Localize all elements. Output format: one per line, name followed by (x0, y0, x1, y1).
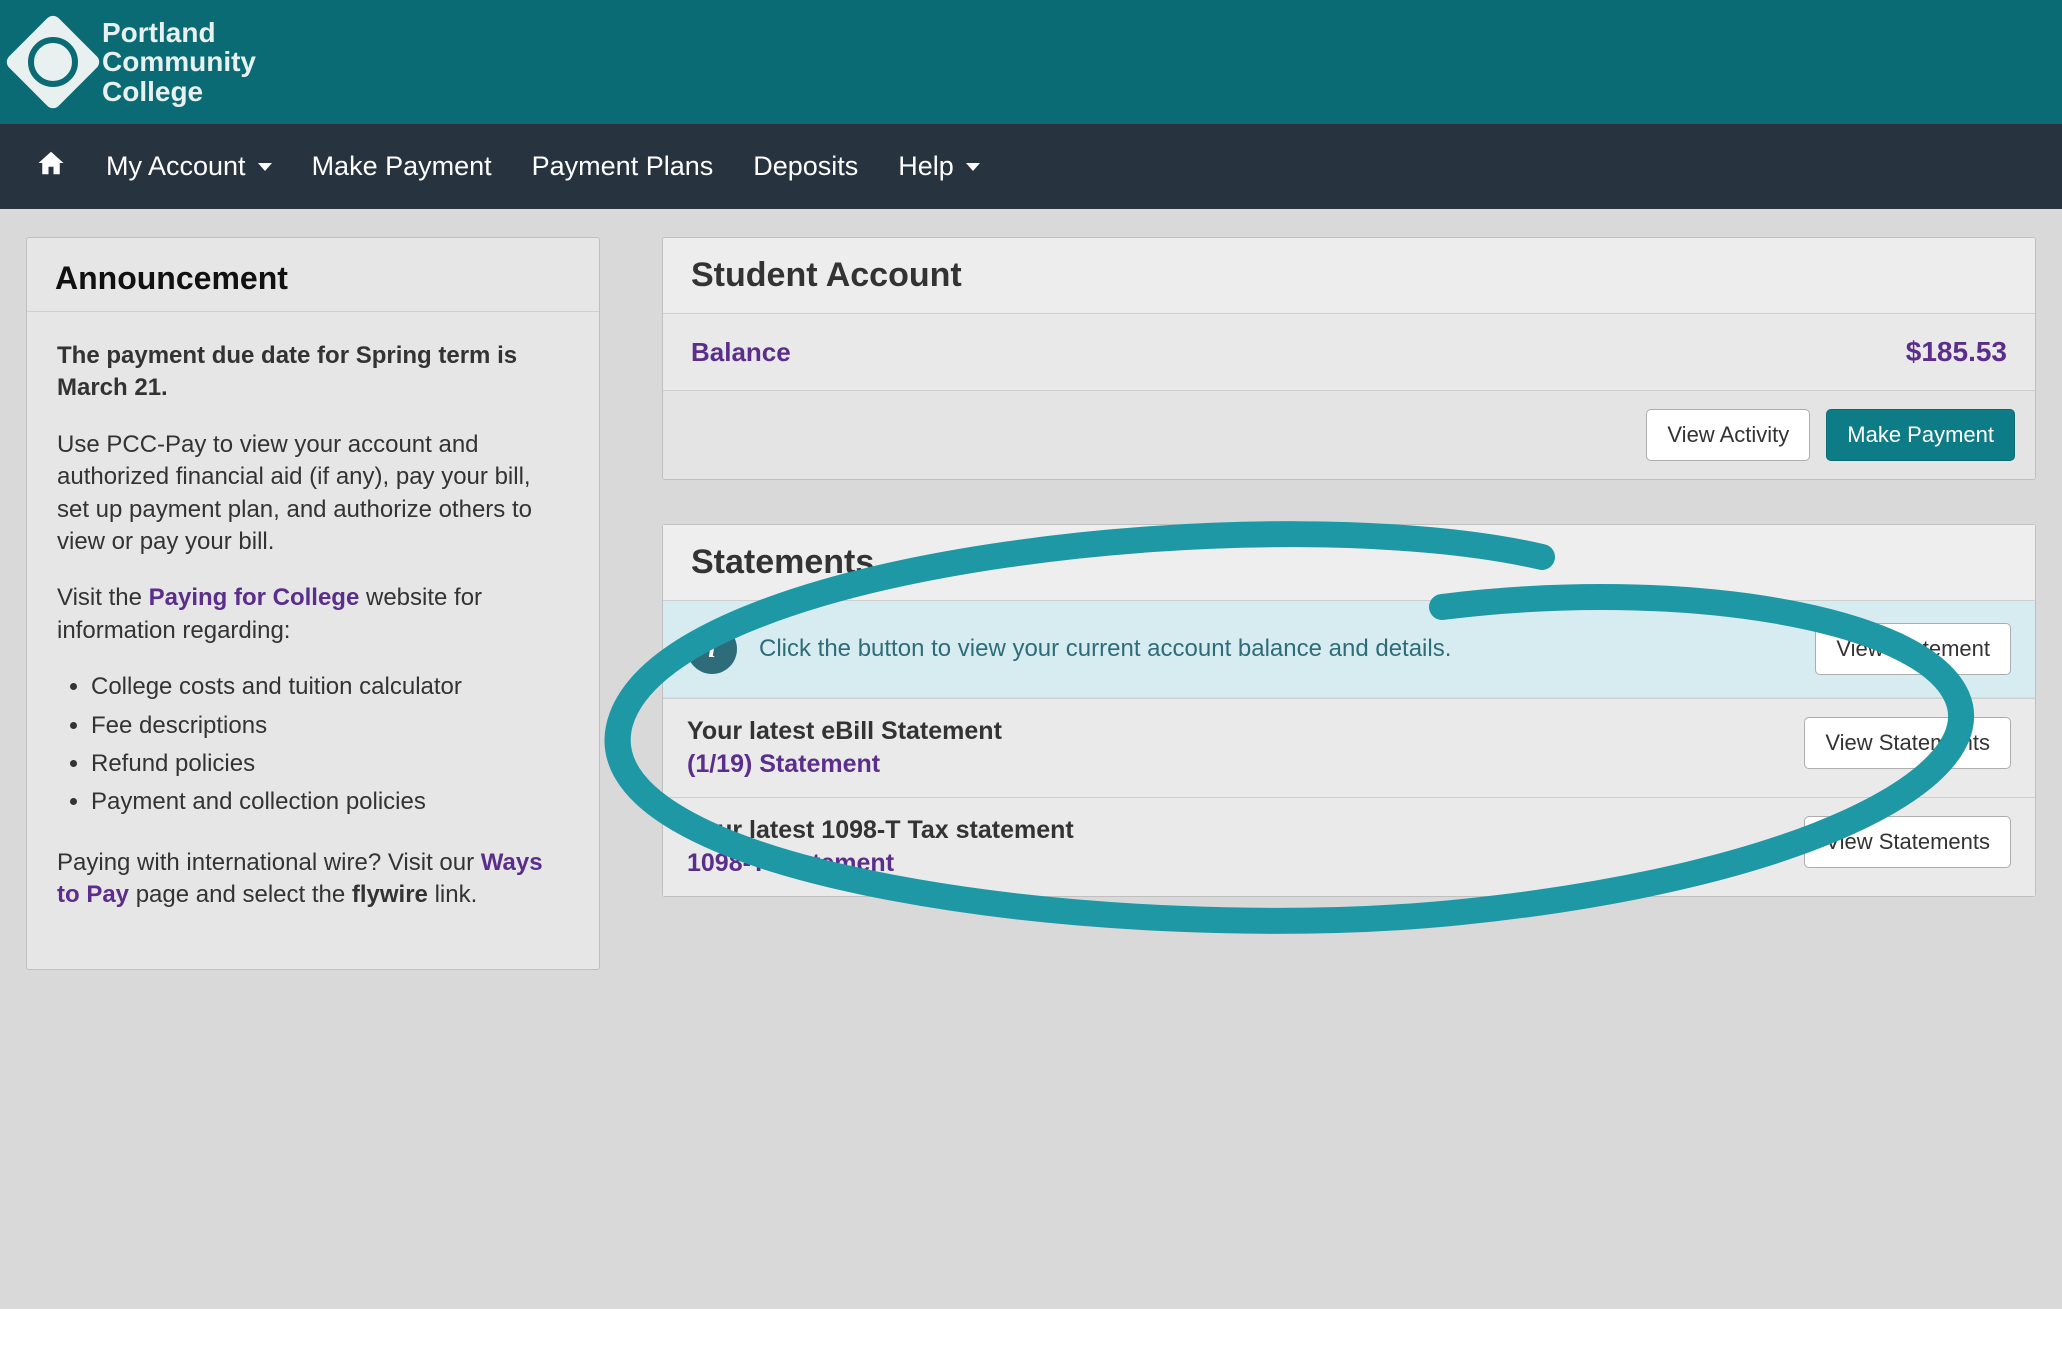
announcement-list: College costs and tuition calculator Fee… (91, 671, 569, 819)
brand-logo: Portland Community College (18, 18, 256, 106)
nav-help[interactable]: Help (898, 151, 980, 182)
col-left: Announcement The payment due date for Sp… (26, 237, 600, 970)
announcement-panel: Announcement The payment due date for Sp… (26, 237, 600, 970)
student-account-actions: View Activity Make Payment (663, 391, 2035, 479)
nav-my-account[interactable]: My Account (106, 151, 272, 182)
announcement-due-date: The payment due date for Spring term is … (57, 340, 569, 405)
announcement-p4: Paying with international wire? Visit ou… (57, 847, 569, 912)
ebill-sub[interactable]: (1/19) Statement (687, 750, 1002, 779)
info-icon: i (687, 624, 737, 674)
tax-text: Your latest 1098-T Tax statement 1098-T … (687, 816, 1074, 878)
ann-list-d: Payment and collection policies (91, 786, 569, 818)
announcement-body: The payment due date for Spring term is … (27, 312, 599, 969)
student-account-panel: Student Account Balance $185.53 View Act… (662, 237, 2036, 480)
view-statement-button[interactable]: View Statement (1815, 623, 2011, 675)
nav-make-payment-label: Make Payment (312, 151, 492, 182)
tax-title: Your latest 1098-T Tax statement (687, 816, 1074, 845)
home-icon (36, 148, 66, 185)
student-account-header: Student Account (663, 238, 2035, 314)
brand-text: Portland Community College (102, 18, 256, 106)
nav-make-payment[interactable]: Make Payment (312, 151, 492, 182)
col-right: Student Account Balance $185.53 View Act… (662, 237, 2036, 897)
statements-info-banner: i Click the button to view your current … (663, 601, 2035, 698)
ann-list-a: College costs and tuition calculator (91, 671, 569, 703)
ebill-row: Your latest eBill Statement (1/19) State… (663, 698, 2035, 797)
view-ebill-statements-button[interactable]: View Statements (1804, 717, 2011, 769)
nav-help-label: Help (898, 151, 954, 182)
tax-row: Your latest 1098-T Tax statement 1098-T … (663, 797, 2035, 896)
brand-line1: Portland (102, 18, 256, 47)
nav-my-account-label: My Account (106, 151, 246, 182)
balance-amount: $185.53 (1906, 336, 2007, 368)
ann-list-c: Refund policies (91, 748, 569, 780)
statements-info-msg: Click the button to view your current ac… (759, 633, 1793, 665)
ebill-title: Your latest eBill Statement (687, 717, 1002, 746)
balance-label: Balance (691, 337, 791, 368)
view-tax-statements-button[interactable]: View Statements (1804, 816, 2011, 868)
nav-home[interactable] (36, 148, 66, 185)
brand-diamond-icon (4, 12, 103, 111)
statements-header: Statements (663, 525, 2035, 601)
brand-line3: College (102, 77, 256, 106)
paying-for-college-link[interactable]: Paying for College (149, 584, 360, 611)
ann-p4-suffix: link. (428, 881, 477, 908)
flywire-strong: flywire (352, 881, 428, 908)
view-activity-button[interactable]: View Activity (1646, 409, 1810, 461)
tax-sub[interactable]: 1098-T Statement (687, 849, 1074, 878)
ann-p4-mid: page and select the (129, 881, 352, 908)
ebill-text: Your latest eBill Statement (1/19) State… (687, 717, 1002, 779)
statements-panel: Statements i Click the button to view yo… (662, 524, 2036, 897)
navbar: My Account Make Payment Payment Plans De… (0, 124, 2062, 209)
nav-deposits-label: Deposits (753, 151, 858, 182)
nav-deposits[interactable]: Deposits (753, 151, 858, 182)
brand-line2: Community (102, 47, 256, 76)
announcement-p2: Use PCC-Pay to view your account and aut… (57, 429, 569, 559)
nav-payment-plans[interactable]: Payment Plans (532, 151, 714, 182)
caret-down-icon (966, 163, 980, 171)
announcement-p3: Visit the Paying for College website for… (57, 582, 569, 647)
nav-payment-plans-label: Payment Plans (532, 151, 714, 182)
balance-row: Balance $185.53 (663, 314, 2035, 391)
ann-p3-prefix: Visit the (57, 584, 149, 611)
ann-list-b: Fee descriptions (91, 710, 569, 742)
ann-p4-prefix: Paying with international wire? Visit ou… (57, 849, 481, 876)
caret-down-icon (258, 163, 272, 171)
page-body: Announcement The payment due date for Sp… (0, 209, 2062, 1309)
make-payment-button[interactable]: Make Payment (1826, 409, 2015, 461)
announcement-header: Announcement (27, 238, 599, 312)
brand-header: Portland Community College (0, 0, 2062, 124)
